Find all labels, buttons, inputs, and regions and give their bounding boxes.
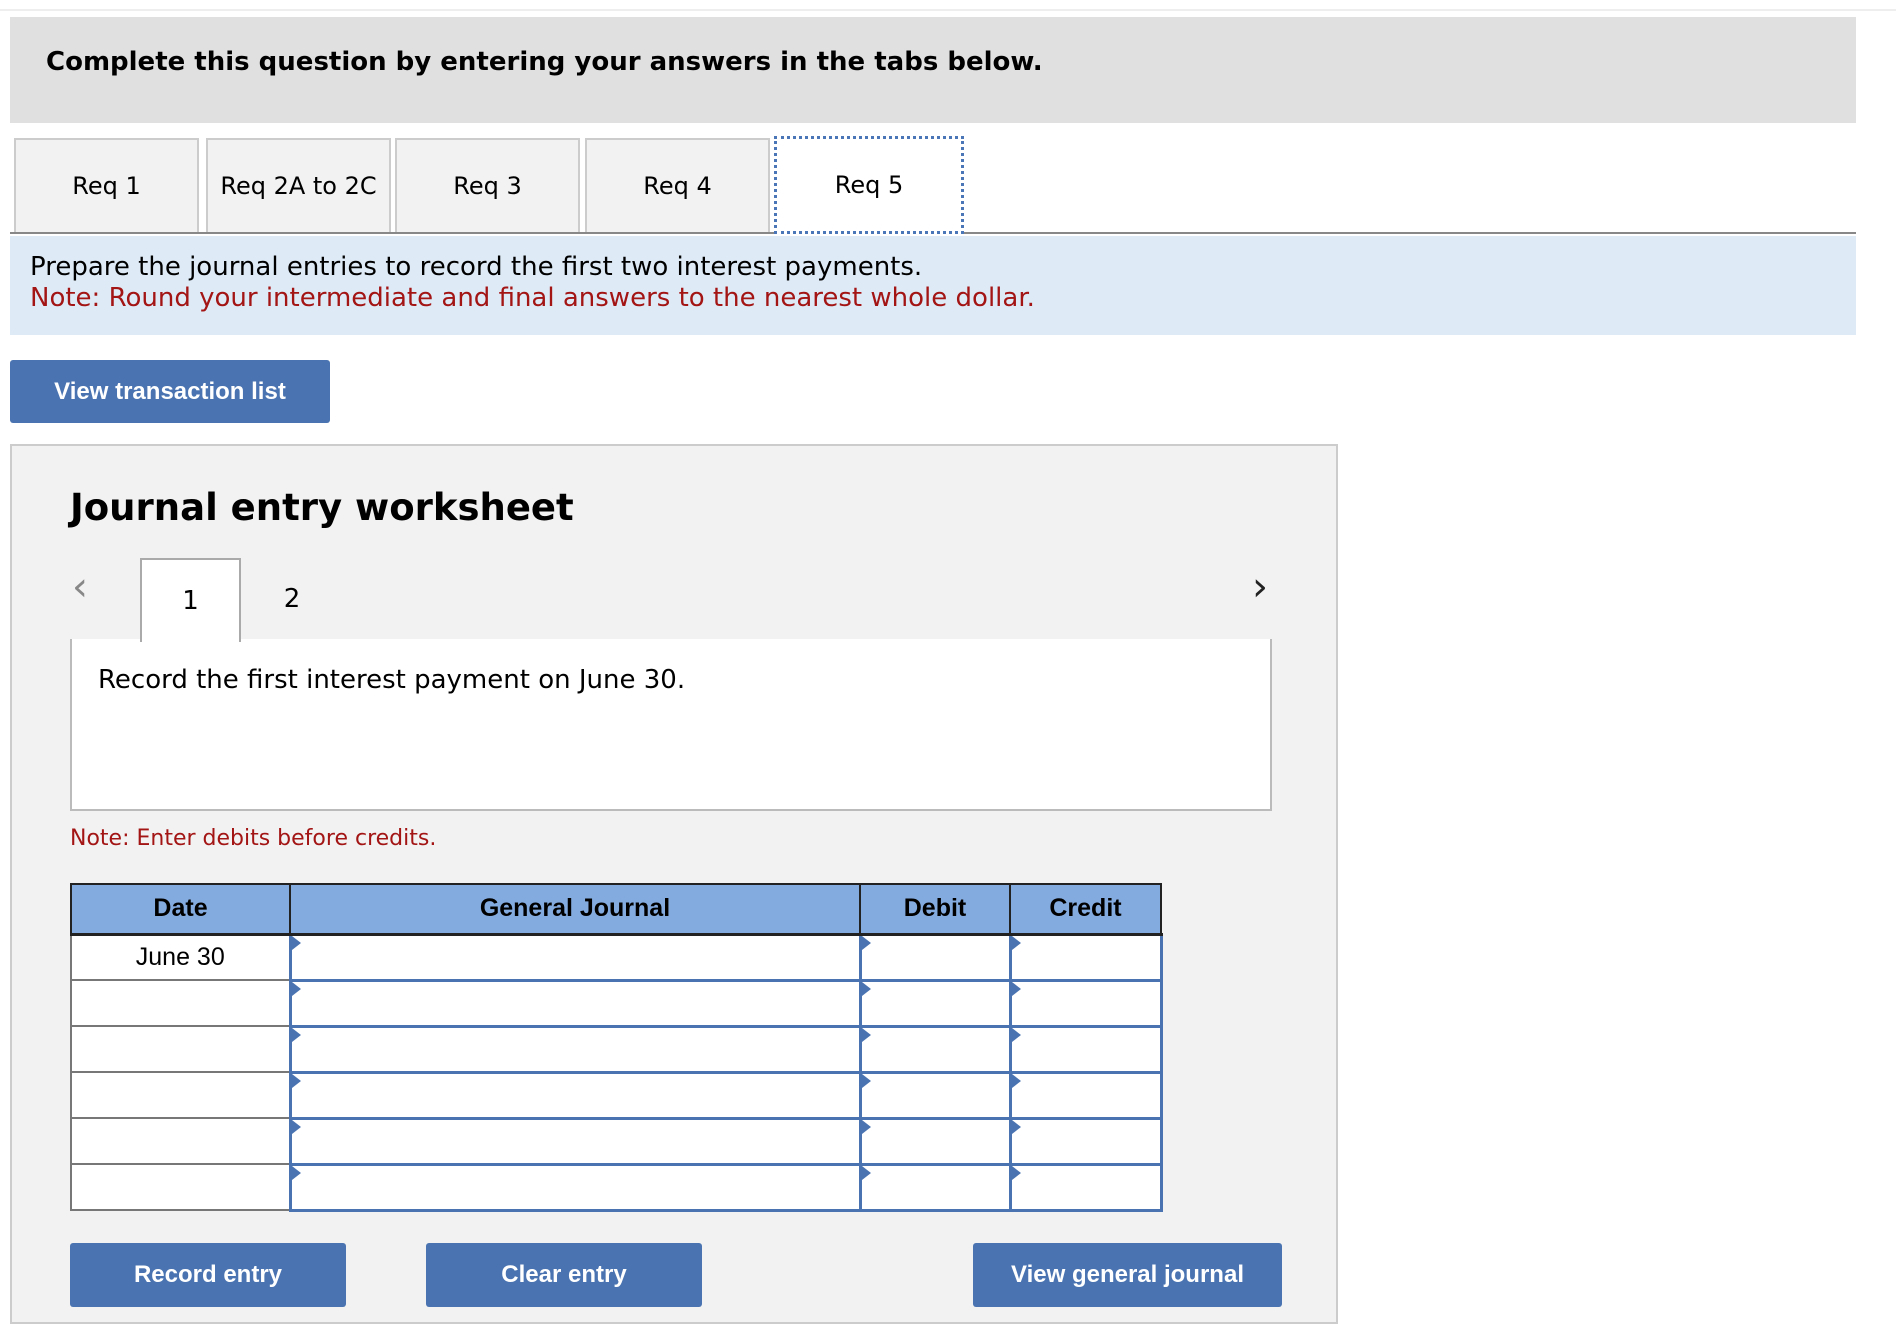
credit-input[interactable] (1008, 932, 1163, 982)
account-input[interactable] (288, 932, 862, 982)
date-cell[interactable] (70, 979, 291, 1027)
chevron-left-icon[interactable]: ‹ (72, 564, 88, 610)
instruction-text: Prepare the journal entries to record th… (30, 252, 923, 282)
date-cell[interactable] (70, 1071, 291, 1119)
entry-tab-1[interactable]: 1 (140, 558, 241, 642)
view-general-journal-button[interactable]: View general journal (973, 1243, 1282, 1307)
debit-input[interactable] (858, 1024, 1012, 1074)
table-row (70, 1070, 1163, 1120)
journal-worksheet: Journal entry worksheet ‹ 1 2 › Record t… (10, 444, 1338, 1324)
date-cell[interactable] (70, 1025, 291, 1073)
account-input[interactable] (288, 1070, 862, 1120)
debit-input[interactable] (858, 1116, 1012, 1166)
date-cell[interactable] (70, 1163, 291, 1211)
table-row (70, 1162, 1163, 1212)
table-row: June 30 (70, 932, 1163, 982)
debit-input[interactable] (858, 1070, 1012, 1120)
col-date: Date (70, 883, 291, 936)
date-cell[interactable] (70, 1117, 291, 1165)
account-input[interactable] (288, 1024, 862, 1074)
tab-req-5[interactable]: Req 5 (774, 136, 964, 234)
col-credit: Credit (1009, 883, 1162, 936)
top-divider (0, 9, 1896, 11)
journal-table: Date General Journal Debit Credit June 3… (70, 883, 1163, 1212)
date-cell[interactable]: June 30 (70, 933, 291, 981)
clear-entry-button[interactable]: Clear entry (426, 1243, 702, 1307)
entry-tab-2[interactable]: 2 (267, 558, 317, 640)
instruction-note: Note: Round your intermediate and final … (30, 283, 1035, 313)
account-input[interactable] (288, 1116, 862, 1166)
account-input[interactable] (288, 1162, 862, 1212)
table-row (70, 1116, 1163, 1166)
tab-req-2a-2c[interactable]: Req 2A to 2C (206, 138, 391, 232)
chevron-right-icon[interactable]: › (1252, 564, 1268, 610)
debit-input[interactable] (858, 1162, 1012, 1212)
header-title: Complete this question by entering your … (46, 47, 1043, 77)
col-debit: Debit (859, 883, 1011, 936)
debits-note: Note: Enter debits before credits. (70, 826, 437, 851)
credit-input[interactable] (1008, 1024, 1163, 1074)
credit-input[interactable] (1008, 1116, 1163, 1166)
credit-input[interactable] (1008, 978, 1163, 1028)
col-general-journal: General Journal (289, 883, 861, 936)
record-entry-button[interactable]: Record entry (70, 1243, 346, 1307)
tab-req-1[interactable]: Req 1 (14, 138, 199, 232)
account-input[interactable] (288, 978, 862, 1028)
tab-req-3[interactable]: Req 3 (395, 138, 580, 232)
debit-input[interactable] (858, 932, 1012, 982)
worksheet-title: Journal entry worksheet (70, 486, 574, 529)
table-row (70, 978, 1163, 1028)
question-header: Complete this question by entering your … (10, 17, 1856, 123)
tab-req-4[interactable]: Req 4 (585, 138, 770, 232)
instructions: Prepare the journal entries to record th… (10, 236, 1856, 335)
credit-input[interactable] (1008, 1162, 1163, 1212)
debit-input[interactable] (858, 978, 1012, 1028)
view-transaction-list-button[interactable]: View transaction list (10, 360, 330, 423)
table-row (70, 1024, 1163, 1074)
entry-description: Record the first interest payment on Jun… (70, 639, 1272, 811)
credit-input[interactable] (1008, 1070, 1163, 1120)
req-tabs: Req 1 Req 2A to 2C Req 3 Req 4 Req 5 (10, 136, 1856, 234)
